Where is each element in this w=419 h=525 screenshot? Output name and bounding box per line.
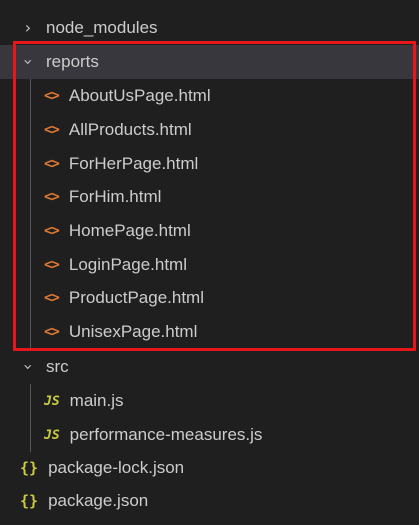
folder-reports[interactable]: › reports (0, 45, 419, 79)
file-explorer-tree: › node_modules › reports <> AboutUsPage.… (0, 0, 419, 525)
file-forhim-html[interactable]: <> ForHim.html (0, 180, 419, 214)
file-label: ForHerPage.html (68, 154, 199, 173)
file-label: package.json (48, 491, 149, 510)
file-loginpage-html[interactable]: <> LoginPage.html (0, 248, 419, 282)
file-allproducts-html[interactable]: <> AllProducts.html (0, 113, 419, 147)
file-label: HomePage.html (68, 221, 191, 240)
file-productpage-html[interactable]: <> ProductPage.html (0, 281, 419, 315)
folder-src[interactable]: › src (0, 350, 419, 384)
folder-label: reports (46, 52, 99, 71)
html-file-icon: <> (44, 88, 60, 104)
chevron-down-icon: › (19, 58, 38, 66)
file-homepage-html[interactable]: <> HomePage.html (0, 214, 419, 248)
file-aboutuspage-html[interactable]: <> AboutUsPage.html (0, 79, 419, 113)
js-file-icon: JS (44, 427, 60, 443)
chevron-down-icon: › (19, 363, 38, 371)
file-label: ForHim.html (68, 187, 162, 206)
folder-label: node_modules (46, 18, 158, 37)
html-file-icon: <> (44, 290, 60, 306)
file-performance-measures-js[interactable]: JS performance-measures.js (0, 418, 419, 452)
html-file-icon: <> (44, 122, 60, 138)
file-label: LoginPage.html (68, 255, 187, 274)
html-file-icon: <> (44, 324, 60, 340)
file-label: AboutUsPage.html (68, 86, 211, 105)
file-label: performance-measures.js (69, 425, 263, 444)
file-package-lock-json[interactable]: {} package-lock.json (0, 451, 419, 485)
html-file-icon: <> (44, 156, 60, 172)
folder-label: src (46, 357, 69, 376)
chevron-right-icon: › (24, 18, 32, 37)
html-file-icon: <> (44, 223, 60, 239)
file-label: AllProducts.html (68, 120, 192, 139)
file-label: package-lock.json (48, 458, 185, 477)
file-label: ProductPage.html (68, 288, 204, 307)
file-unisexpage-html[interactable]: <> UnisexPage.html (0, 315, 419, 349)
json-file-icon: {} (20, 458, 39, 477)
json-file-icon: {} (20, 491, 39, 510)
folder-node-modules[interactable]: › node_modules (0, 11, 419, 45)
js-file-icon: JS (44, 393, 60, 409)
html-file-icon: <> (44, 189, 60, 205)
file-label: main.js (69, 391, 124, 410)
html-file-icon: <> (44, 257, 60, 273)
file-main-js[interactable]: JS main.js (0, 384, 419, 418)
file-package-json[interactable]: {} package.json (0, 484, 419, 518)
file-label: UnisexPage.html (68, 322, 198, 341)
file-forherpage-html[interactable]: <> ForHerPage.html (0, 147, 419, 181)
